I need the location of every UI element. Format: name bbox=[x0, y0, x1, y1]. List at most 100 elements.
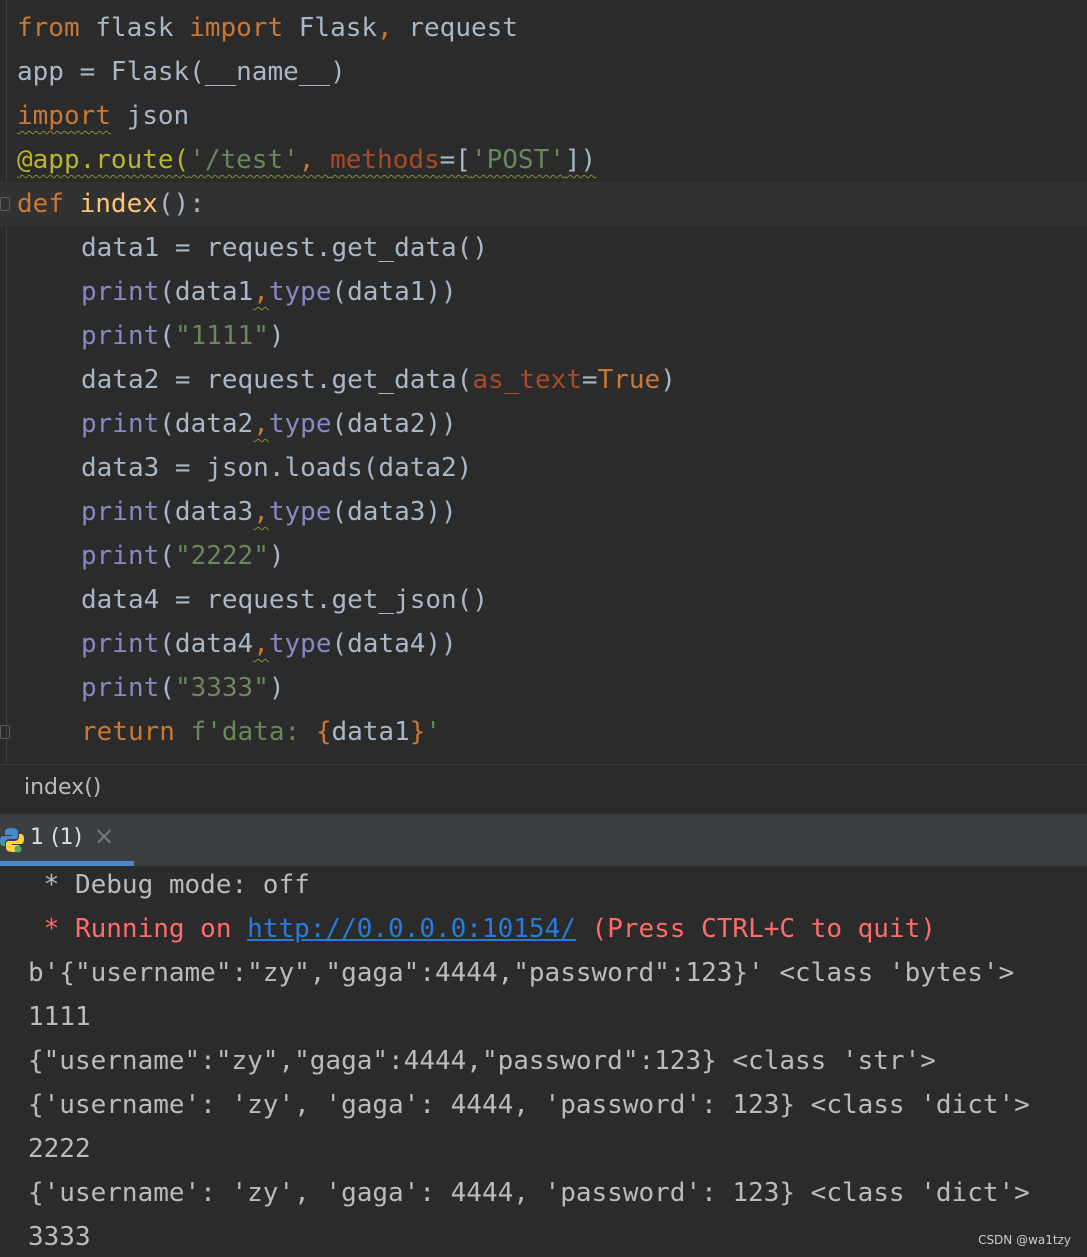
code-token: = bbox=[581, 365, 598, 395]
code-line: return f'data: {data1}' bbox=[17, 710, 1087, 754]
code-token: json bbox=[110, 101, 190, 131]
code-token: { bbox=[315, 717, 332, 747]
code-token: type bbox=[268, 409, 332, 439]
code-token: (data3 bbox=[159, 497, 254, 527]
code-token: print bbox=[81, 673, 160, 703]
code-token: (data4 bbox=[159, 629, 254, 659]
code-token: as_text bbox=[472, 365, 582, 395]
code-line: print("3333") bbox=[17, 666, 1087, 710]
code-token: data3 = json.loads(data2) bbox=[81, 453, 473, 483]
code-token: , bbox=[253, 409, 269, 439]
code-line: @app.route('/test', methods=['POST']) bbox=[17, 138, 1087, 182]
run-tool-window-tabbar: 1 (1) × bbox=[0, 814, 1087, 866]
code-token: , bbox=[253, 497, 269, 527]
code-token: True bbox=[597, 365, 661, 395]
console-token: {"username":"zy","gaga":4444,"password":… bbox=[28, 1046, 936, 1076]
code-token: from bbox=[17, 13, 80, 43]
code-line: import json bbox=[17, 94, 1087, 138]
code-token: print bbox=[81, 497, 160, 527]
code-token: print bbox=[81, 541, 160, 571]
watermark: CSDN @wa1tzy bbox=[978, 1233, 1071, 1247]
console-token: (Press CTRL+C to quit) bbox=[575, 914, 936, 944]
code-line: print(data3,type(data3)) bbox=[17, 490, 1087, 534]
console-line: 3333 bbox=[28, 1215, 91, 1257]
code-token: "1111" bbox=[174, 321, 269, 351]
code-token: =[ bbox=[439, 145, 471, 175]
code-token: , bbox=[253, 277, 269, 307]
code-token: ( bbox=[159, 541, 175, 571]
console-line: * Running on http://0.0.0.0:10154/ (Pres… bbox=[28, 907, 936, 951]
console-line: * Debug mode: off bbox=[28, 866, 310, 907]
console-token: b'{"username":"zy","gaga":4444,"password… bbox=[28, 958, 1015, 988]
console-line: {"username":"zy","gaga":4444,"password":… bbox=[28, 1039, 936, 1083]
code-token: print bbox=[81, 277, 160, 307]
code-token: (): bbox=[157, 189, 205, 219]
console-token: * Debug mode: off bbox=[28, 870, 310, 900]
code-token: 'POST' bbox=[470, 145, 565, 175]
code-token: Flask bbox=[283, 13, 378, 43]
gutter bbox=[6, 0, 7, 764]
code-line: data1 = request.get_data() bbox=[17, 226, 1087, 270]
code-token: def bbox=[17, 189, 64, 219]
console-line: {'username': 'zy', 'gaga': 4444, 'passwo… bbox=[28, 1083, 1030, 1127]
code-line: data3 = json.loads(data2) bbox=[17, 446, 1087, 490]
code-token: ]) bbox=[564, 145, 597, 175]
code-token: print bbox=[81, 629, 160, 659]
code-token: (data3)) bbox=[331, 497, 457, 527]
tab-run-1[interactable]: 1 (1) × bbox=[0, 814, 134, 866]
code-token: type bbox=[268, 629, 332, 659]
console-line: b'{"username":"zy","gaga":4444,"password… bbox=[28, 951, 1014, 995]
code-token: ) bbox=[660, 365, 676, 395]
breadcrumb-item[interactable]: index() bbox=[24, 775, 101, 800]
code-token: f'data: bbox=[190, 717, 316, 747]
console-token: 3333 bbox=[28, 1222, 91, 1252]
code-token: ' bbox=[425, 717, 442, 747]
close-icon[interactable]: × bbox=[94, 822, 114, 850]
code-token: request bbox=[392, 13, 518, 43]
code-token: print bbox=[81, 409, 160, 439]
code-token: type bbox=[268, 277, 332, 307]
console-line: 2222 bbox=[28, 1127, 91, 1171]
code-line: data4 = request.get_json() bbox=[17, 578, 1087, 622]
code-token: data1 bbox=[331, 717, 410, 747]
code-token: ( bbox=[159, 673, 175, 703]
code-token: import bbox=[189, 13, 284, 43]
console-output[interactable]: * Debug mode: off * Running on http://0.… bbox=[0, 866, 1087, 1257]
code-token: data1 = request.get_data() bbox=[81, 233, 488, 263]
console-line: 1111 bbox=[28, 995, 91, 1039]
code-token: ( bbox=[159, 321, 175, 351]
console-token: {'username': 'zy', 'gaga': 4444, 'passwo… bbox=[28, 1090, 1030, 1120]
fold-marker-icon[interactable] bbox=[0, 725, 10, 739]
code-token: "2222" bbox=[174, 541, 269, 571]
code-line: from flask import Flask, request bbox=[17, 6, 1087, 50]
code-line: def index(): bbox=[0, 182, 1087, 226]
fold-marker-icon[interactable] bbox=[0, 197, 10, 211]
python-icon bbox=[0, 828, 24, 853]
code-token: data4 = request.get_json() bbox=[81, 585, 488, 615]
console-line: {'username': 'zy', 'gaga': 4444, 'passwo… bbox=[28, 1171, 1030, 1215]
code-line: print(data2,type(data2)) bbox=[17, 402, 1087, 446]
code-token: (data2)) bbox=[331, 409, 457, 439]
console-token: {'username': 'zy', 'gaga': 4444, 'passwo… bbox=[28, 1178, 1030, 1208]
code-token: app = Flask(__name__) bbox=[17, 57, 346, 87]
code-token: index bbox=[79, 189, 158, 219]
code-token: (data2 bbox=[159, 409, 254, 439]
code-line: print(data1,type(data1)) bbox=[17, 270, 1087, 314]
code-token: "3333" bbox=[174, 673, 269, 703]
code-token: import bbox=[17, 101, 111, 131]
console-token: * Running on bbox=[28, 914, 248, 944]
code-token: ) bbox=[268, 673, 285, 703]
code-token: ) bbox=[268, 541, 285, 571]
code-editor[interactable]: from flask import Flask, request app = Fl… bbox=[0, 0, 1087, 764]
breadcrumb[interactable]: index() bbox=[0, 764, 1087, 814]
code-token: ) bbox=[268, 321, 285, 351]
console-token[interactable]: http://0.0.0.0:10154/ bbox=[247, 914, 576, 944]
code-token: type bbox=[268, 497, 332, 527]
console-token: 1111 bbox=[28, 1002, 91, 1032]
code-token: @app.route( bbox=[17, 145, 190, 175]
code-token: '/test' bbox=[189, 145, 299, 175]
code-line: print("2222") bbox=[17, 534, 1087, 578]
code-token: print bbox=[81, 321, 160, 351]
